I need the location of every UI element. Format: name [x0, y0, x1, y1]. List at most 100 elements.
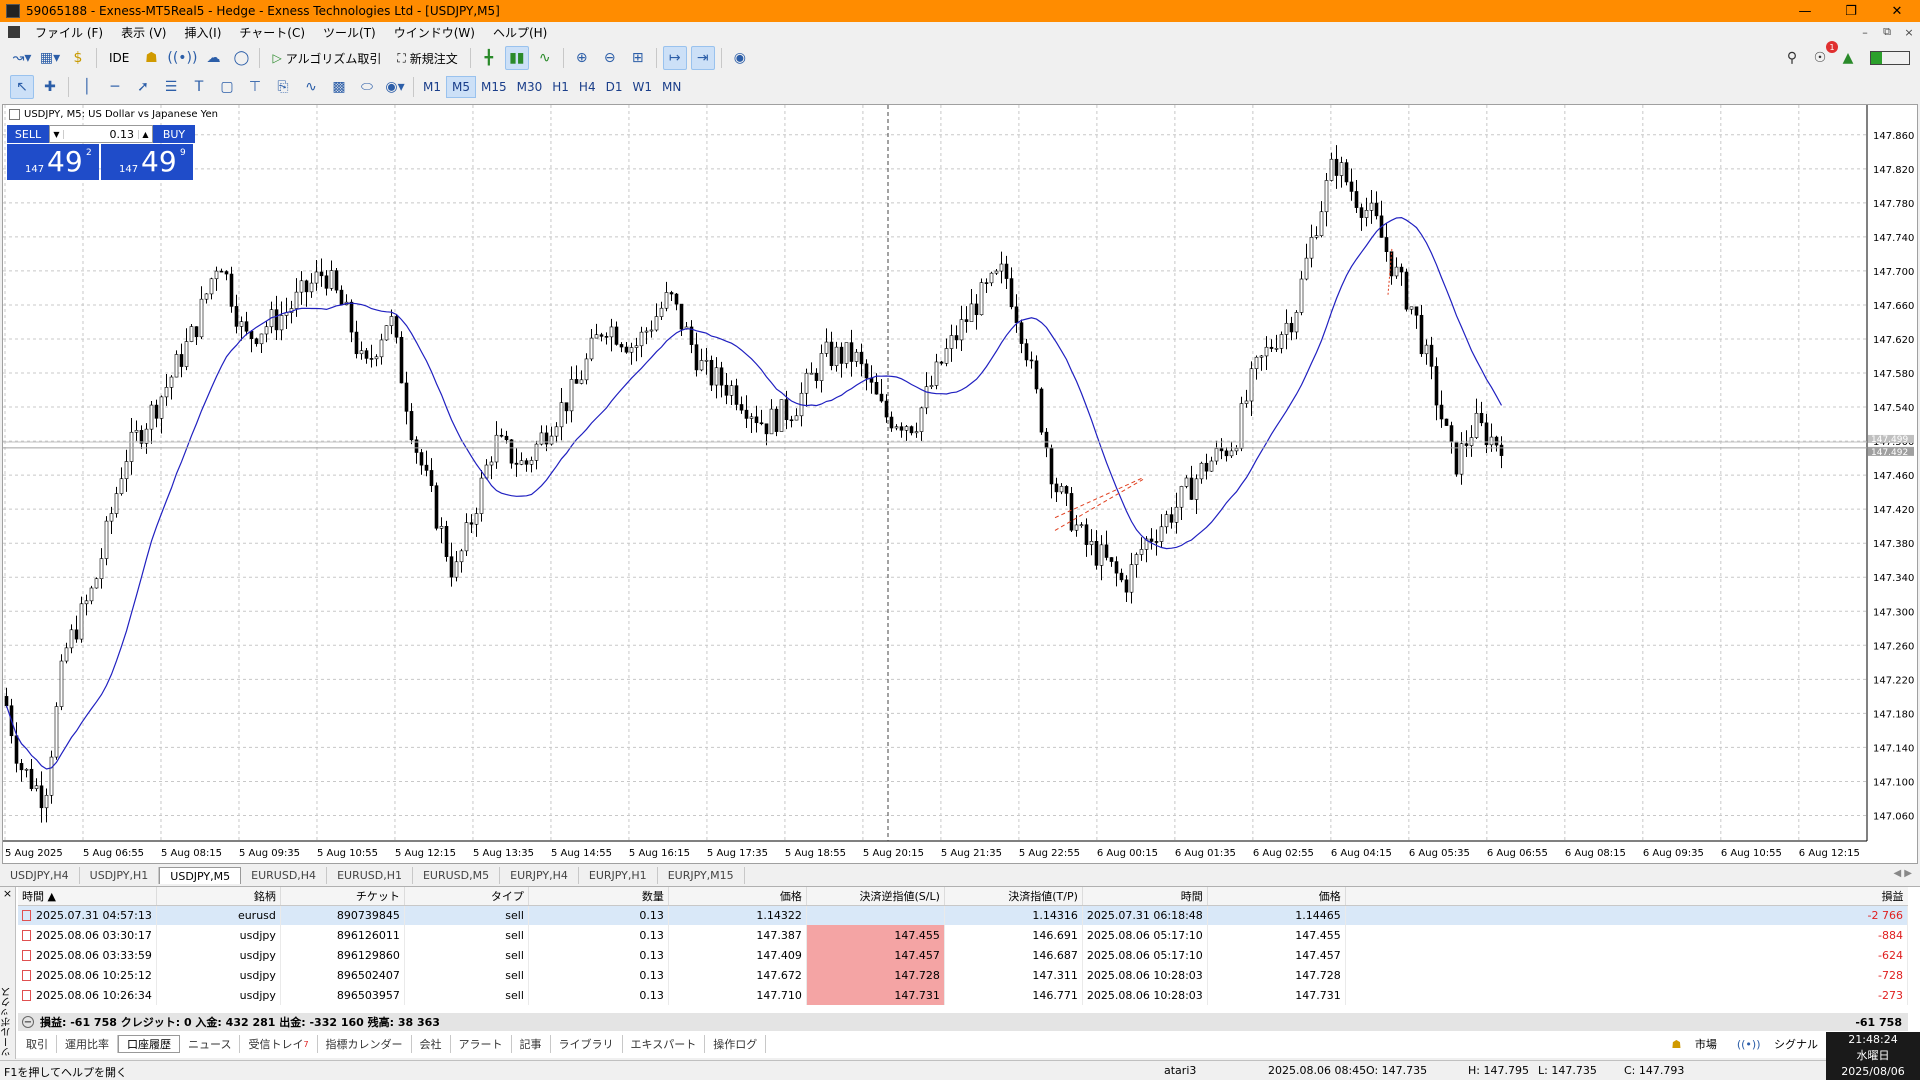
tab-history[interactable]: 口座履歴 [118, 1035, 180, 1053]
crosshair-icon[interactable]: ✚ [38, 75, 62, 99]
close-button[interactable]: ✕ [1874, 0, 1920, 22]
buy-quote[interactable]: 147 49 9 [101, 144, 193, 180]
menu-chart[interactable]: チャート(C) [230, 24, 314, 41]
tab-journal[interactable]: 操作ログ [705, 1035, 767, 1053]
templates-icon[interactable]: ▦▾ [38, 46, 62, 70]
menu-view[interactable]: 表示 (V) [112, 24, 175, 41]
cursor-icon[interactable]: ↖ [10, 75, 34, 99]
timeframe-m5[interactable]: M5 [446, 76, 476, 98]
timeframe-w1[interactable]: W1 [627, 76, 657, 98]
notifications-icon[interactable]: ☉ 1 [1808, 41, 1838, 70]
menu-insert[interactable]: 挿入(I) [175, 24, 230, 41]
mdi-restore-button[interactable]: ⧉ [1876, 22, 1898, 42]
sell-quote[interactable]: 147 49 2 [7, 144, 99, 180]
timeframe-m30[interactable]: M30 [512, 76, 548, 98]
col-ticket[interactable]: チケット [280, 887, 405, 906]
tab-scroll-arrows[interactable]: ◀ ▶ [1893, 868, 1912, 879]
tile-windows-icon[interactable]: ⊞ [626, 46, 650, 70]
lot-up-icon[interactable]: ▲ [138, 129, 152, 139]
vps-icon[interactable]: ◯ [229, 46, 253, 70]
new-order-button[interactable]: ⛶ 新規注文 [391, 46, 463, 70]
col-close-price[interactable]: 価格 [1207, 887, 1346, 906]
table-row[interactable]: 2025.07.31 04:57:13 eurusd 890739845 sell 0.… [18, 905, 1909, 925]
table-row[interactable]: 2025.08.06 03:30:17 usdjpy 896126011 sell 0.… [18, 925, 1909, 945]
tab-calendar[interactable]: 指標カレンダー [318, 1035, 412, 1053]
col-sl[interactable]: 決済逆指値(S/L) [806, 887, 945, 906]
zoom-in-icon[interactable]: ⊕ [570, 46, 594, 70]
menu-window[interactable]: ウインドウ(W) [385, 24, 484, 41]
minimize-button[interactable]: — [1782, 0, 1828, 22]
price-chart[interactable]: 147.860 147.820 147.780 147.740 147.700 147.6… [2, 104, 1918, 864]
chart-menu-icon[interactable] [9, 109, 20, 120]
chart-shift-icon[interactable]: ⇥ [690, 46, 715, 70]
channel-icon[interactable]: ☰ [159, 75, 183, 99]
timeframe-m15[interactable]: M15 [476, 76, 512, 98]
col-price[interactable]: 価格 [668, 887, 807, 906]
tab-usdjpy-m5[interactable]: USDJPY,M5 [159, 867, 242, 884]
menu-file[interactable]: ファイル (F) [26, 24, 112, 41]
table-row[interactable]: 2025.08.06 10:25:12 usdjpy 896502407 sell 0.… [18, 965, 1909, 985]
text-label-icon[interactable]: ⊤ [243, 75, 267, 99]
tab-usdjpy-h4[interactable]: USDJPY,H4 [0, 867, 80, 884]
table-row[interactable]: 2025.08.06 10:26:34 usdjpy 896503957 sell 0.… [18, 985, 1909, 1005]
arrow-label-icon[interactable]: ⎘ [271, 75, 295, 99]
col-symbol[interactable]: 銘柄 [156, 887, 281, 906]
zoom-out-icon[interactable]: ⊖ [598, 46, 622, 70]
signal-icon[interactable]: ((•)) [167, 46, 197, 70]
lot-input[interactable]: ▼ 0.13 ▲ [49, 125, 153, 143]
sell-button[interactable]: SELL [7, 125, 49, 143]
market-link[interactable]: ☗ 市場 [1661, 1036, 1716, 1052]
timeframe-d1[interactable]: D1 [601, 76, 628, 98]
screenshot-icon[interactable]: ◉ [728, 46, 752, 70]
timeframe-m1[interactable]: M1 [418, 76, 446, 98]
col-volume[interactable]: 数量 [528, 887, 669, 906]
tab-mailbox[interactable]: 受信トレイ 7 [240, 1035, 318, 1053]
tab-eurjpy-h4[interactable]: EURJPY,H4 [500, 867, 579, 884]
timeframe-mn[interactable]: MN [657, 76, 686, 98]
tab-eurusd-m5[interactable]: EURUSD,M5 [413, 867, 501, 884]
tab-eurjpy-h1[interactable]: EURJPY,H1 [579, 867, 658, 884]
tab-usdjpy-h1[interactable]: USDJPY,H1 [80, 867, 160, 884]
rectangle-icon[interactable]: ▢ [215, 75, 239, 99]
tab-eurusd-h4[interactable]: EURUSD,H4 [241, 867, 328, 884]
tab-library[interactable]: ライブラリ [551, 1035, 623, 1053]
table-row[interactable]: 2025.08.06 03:33:59 usdjpy 896129860 sell 0.… [18, 945, 1909, 965]
toolbox-close-icon[interactable]: × [0, 887, 15, 900]
chart-canvas[interactable]: 147.860 147.820 147.780 147.740 147.700 147.6… [3, 105, 1917, 863]
col-open-time[interactable]: 時間 ▲ [18, 887, 157, 906]
candlestick-icon[interactable]: ▮▮ [504, 46, 529, 70]
lot-dropdown-icon[interactable]: ▼ [50, 129, 64, 139]
search-icon[interactable]: ⚲ [1780, 46, 1804, 70]
col-close-time[interactable]: 時間 [1082, 887, 1208, 906]
shapes-icon[interactable]: ⬭ [355, 75, 379, 99]
col-tp[interactable]: 決済指値(T/P) [944, 887, 1083, 906]
tab-trade[interactable]: 取引 [18, 1035, 57, 1053]
tab-eurusd-h1[interactable]: EURUSD,H1 [327, 867, 413, 884]
tab-experts[interactable]: エキスパート [623, 1035, 706, 1053]
algo-trading-button[interactable]: ▷ アルゴリズム取引 [266, 46, 387, 70]
text-tool-icon[interactable]: T [187, 75, 211, 99]
collapse-icon[interactable]: − [22, 1016, 34, 1028]
buy-button[interactable]: BUY [153, 125, 195, 143]
autoscroll-icon[interactable]: ↦ [662, 46, 687, 70]
tab-news[interactable]: ニュース [180, 1035, 241, 1053]
chart-type-icon[interactable]: ↝▾ [10, 46, 34, 70]
tab-company[interactable]: 会社 [412, 1035, 451, 1053]
indicator-icon[interactable]: ∿ [299, 75, 323, 99]
mdi-minimize-button[interactable]: – [1854, 22, 1876, 42]
menu-tools[interactable]: ツール(T) [314, 24, 385, 41]
lot-value[interactable]: 0.13 [64, 128, 138, 141]
objects-icon[interactable]: ◉▾ [383, 75, 407, 99]
menu-help[interactable]: ヘルプ(H) [484, 24, 556, 41]
col-profit[interactable]: 損益 [1345, 887, 1908, 906]
tab-alerts[interactable]: アラート [451, 1035, 512, 1053]
col-type[interactable]: タイプ [404, 887, 529, 906]
tab-exposure[interactable]: 運用比率 [57, 1035, 118, 1053]
dollar-icon[interactable]: $ [66, 46, 90, 70]
bar-chart-icon[interactable]: ╋ [477, 46, 501, 70]
cloud-icon[interactable]: ☁ [201, 46, 225, 70]
tab-eurjpy-m15[interactable]: EURJPY,M15 [658, 867, 745, 884]
tab-articles[interactable]: 記事 [512, 1035, 551, 1053]
signal-link[interactable]: ((•)) シグナル [1727, 1036, 1818, 1052]
ok-button-icon[interactable]: ▩ [327, 75, 351, 99]
